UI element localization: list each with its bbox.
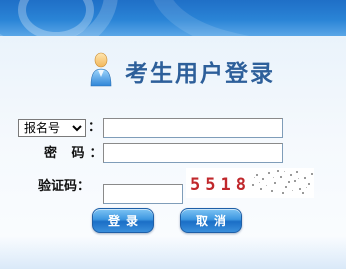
captcha-text: 5518 <box>190 175 251 195</box>
user-icon <box>89 52 113 88</box>
banner-swirl <box>18 0 94 36</box>
banner-swirl <box>150 0 346 36</box>
captcha-label: 验证码： <box>38 179 91 194</box>
cancel-button[interactable]: 取消 <box>180 208 242 233</box>
login-type-select[interactable]: 报名号 <box>18 119 86 137</box>
login-type-colon: ： <box>88 120 102 135</box>
captcha-input[interactable] <box>103 184 183 204</box>
top-banner <box>0 0 346 36</box>
captcha-image[interactable]: 5518 <box>186 168 314 198</box>
username-input[interactable] <box>103 118 283 138</box>
login-page: 考生用户登录 报名号 ： 密 码： 验证码： 5518 登录 取消 <box>0 0 346 269</box>
page-title: 考生用户登录 <box>125 61 275 87</box>
password-label: 密 码： <box>44 146 108 161</box>
password-input[interactable] <box>103 143 283 163</box>
login-button[interactable]: 登录 <box>92 208 154 233</box>
bottom-background-fade <box>0 236 346 269</box>
